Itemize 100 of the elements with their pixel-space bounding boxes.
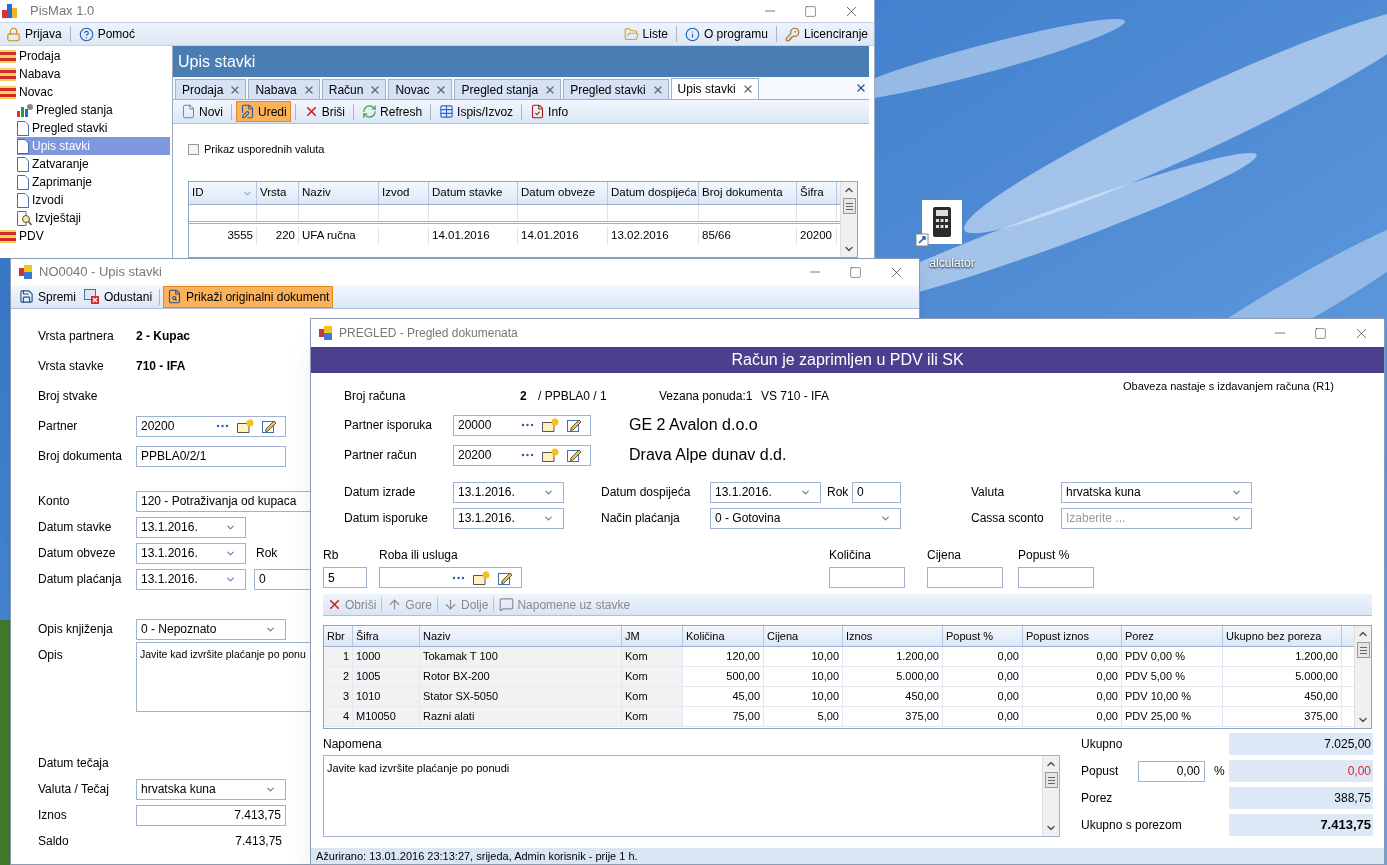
column-header[interactable]: JM bbox=[622, 626, 683, 646]
tree-item[interactable]: Izvještaji bbox=[17, 209, 170, 227]
menu-item[interactable]: O programu bbox=[682, 25, 770, 43]
maximize-icon[interactable] bbox=[804, 4, 817, 18]
maximize-icon[interactable] bbox=[849, 265, 862, 279]
date-field[interactable]: 13.1.2016. bbox=[710, 481, 821, 503]
column-header[interactable]: Naziv bbox=[299, 182, 379, 204]
tab[interactable]: Račun bbox=[321, 79, 387, 99]
edit-icon[interactable] bbox=[262, 419, 277, 433]
new-folder-icon[interactable] bbox=[542, 418, 559, 432]
input-field[interactable] bbox=[379, 567, 522, 588]
toolbar-button[interactable]: Odustani bbox=[80, 285, 157, 308]
tab[interactable]: Prodaja bbox=[175, 79, 247, 99]
column-header[interactable]: Ukupno bez poreza bbox=[1223, 626, 1342, 646]
new-folder-icon[interactable] bbox=[473, 570, 490, 585]
text-area[interactable]: Javite kad izvršite plaćanje po ponu bbox=[136, 642, 312, 712]
more-icon[interactable] bbox=[216, 424, 229, 428]
column-header[interactable]: Iznos bbox=[843, 626, 943, 646]
scrollbar[interactable] bbox=[1042, 756, 1059, 836]
menu-item[interactable]: Pomoć bbox=[76, 25, 138, 43]
tab[interactable]: Nabava bbox=[248, 79, 320, 99]
input-field[interactable]: 20200 bbox=[136, 415, 286, 437]
table-cell: 3 bbox=[324, 687, 353, 706]
input-field[interactable]: 7.413,75 bbox=[136, 804, 286, 826]
toolbar-button[interactable]: Briši bbox=[299, 101, 350, 122]
tree-item[interactable]: Pregled stavki bbox=[17, 119, 170, 137]
input-field[interactable] bbox=[829, 567, 905, 588]
page-icon bbox=[17, 174, 29, 190]
column-header[interactable]: Šifra bbox=[797, 182, 837, 204]
toolbar-button[interactable]: Refresh bbox=[358, 101, 427, 122]
menu-item[interactable]: Liste bbox=[621, 25, 670, 43]
new-folder-icon[interactable] bbox=[237, 419, 254, 433]
dropdown[interactable]: 0 - Gotovina bbox=[710, 507, 901, 529]
column-header[interactable]: Datum dospijeća bbox=[608, 182, 699, 204]
column-header[interactable]: Datum stavke bbox=[429, 182, 518, 204]
close-icon[interactable] bbox=[855, 82, 867, 94]
column-header[interactable]: Izvod bbox=[379, 182, 429, 204]
tree-item[interactable]: PDV bbox=[0, 227, 170, 245]
date-field[interactable]: 13.1.2016. bbox=[453, 507, 564, 529]
input-field[interactable]: PPBLA0/2/1 bbox=[136, 445, 286, 467]
column-header[interactable]: Porez bbox=[1122, 626, 1223, 646]
input-field[interactable] bbox=[1018, 567, 1094, 588]
tab[interactable]: Pregled stavki bbox=[563, 79, 669, 99]
tree-item[interactable]: Zaprimanje bbox=[17, 173, 170, 191]
column-header[interactable]: Vrsta bbox=[257, 182, 299, 204]
input-field[interactable]: 0,00 bbox=[1138, 760, 1205, 782]
date-field[interactable]: 13.1.2016. bbox=[453, 481, 564, 503]
toolbar-button[interactable]: Info bbox=[526, 101, 573, 122]
column-header[interactable]: Popust % bbox=[943, 626, 1023, 646]
tree-item[interactable]: Izvodi bbox=[17, 191, 170, 209]
input-field[interactable]: 0 bbox=[852, 481, 901, 503]
column-header[interactable]: Cijena bbox=[764, 626, 843, 646]
maximize-icon[interactable] bbox=[1314, 326, 1327, 340]
more-icon[interactable] bbox=[452, 575, 465, 580]
tab[interactable]: Upis stavki bbox=[670, 78, 759, 99]
scrollbar[interactable] bbox=[840, 182, 857, 257]
tree-item[interactable]: Novac bbox=[0, 83, 170, 101]
toolbar-button[interactable]: Prikaži originalni dokument bbox=[163, 285, 334, 308]
column-header[interactable]: Broj dokumenta bbox=[699, 182, 797, 204]
more-icon[interactable] bbox=[521, 453, 534, 457]
column-header[interactable]: ID bbox=[189, 182, 257, 204]
column-header[interactable]: Datum obveze bbox=[518, 182, 608, 204]
dropdown[interactable]: 0 - Nepoznato bbox=[136, 618, 286, 640]
tree-item[interactable]: Pregled stanja bbox=[17, 101, 170, 119]
date-field[interactable]: 13.1.2016. bbox=[136, 516, 246, 538]
tree-item[interactable]: Zatvaranje bbox=[17, 155, 170, 173]
edit-icon[interactable] bbox=[498, 570, 513, 585]
tab[interactable]: Pregled stanja bbox=[454, 79, 562, 99]
column-header[interactable]: Šifra bbox=[353, 626, 420, 646]
edit-icon[interactable] bbox=[567, 418, 582, 432]
column-header[interactable]: Popust iznos bbox=[1023, 626, 1122, 646]
toolbar-button[interactable]: Spremi bbox=[15, 285, 80, 308]
input-field[interactable]: 20200 bbox=[453, 444, 591, 466]
menu-item[interactable]: Licenciranje bbox=[782, 25, 870, 43]
field-label: Cassa sconto bbox=[971, 510, 1045, 527]
scrollbar[interactable] bbox=[1354, 626, 1371, 728]
input-field[interactable]: 5 bbox=[323, 567, 367, 588]
note-area[interactable]: Javite kad izvršite plaćanje po ponudi bbox=[323, 755, 1060, 837]
column-header[interactable]: Naziv bbox=[420, 626, 622, 646]
more-icon[interactable] bbox=[521, 423, 534, 427]
column-header[interactable]: Rbr bbox=[324, 626, 353, 646]
date-field[interactable]: 13.1.2016. bbox=[136, 542, 246, 564]
edit-icon[interactable] bbox=[567, 448, 582, 462]
checkbox[interactable]: Prikaz usporednih valuta bbox=[188, 142, 858, 156]
tab[interactable]: Novac bbox=[388, 79, 453, 99]
toolbar-button[interactable]: Ispis/Izvoz bbox=[435, 101, 518, 122]
tree-item[interactable]: Prodaja bbox=[0, 47, 170, 65]
tree-item[interactable]: Nabava bbox=[0, 65, 170, 83]
dropdown[interactable]: hrvatska kuna bbox=[1061, 481, 1252, 503]
column-header[interactable]: Količina bbox=[683, 626, 764, 646]
toolbar-button[interactable]: Novi bbox=[177, 101, 227, 122]
calculator-icon[interactable] bbox=[916, 198, 964, 248]
field-label: Rb bbox=[323, 547, 340, 564]
new-folder-icon[interactable] bbox=[542, 448, 559, 462]
date-field[interactable]: 13.1.2016. bbox=[136, 568, 246, 590]
menu-item[interactable]: Prijava bbox=[4, 25, 64, 43]
input-field[interactable]: 20000 bbox=[453, 414, 591, 436]
dropdown[interactable]: hrvatska kuna bbox=[136, 778, 286, 800]
toolbar-button[interactable]: Uredi bbox=[236, 101, 291, 122]
input-field[interactable] bbox=[927, 567, 1003, 588]
